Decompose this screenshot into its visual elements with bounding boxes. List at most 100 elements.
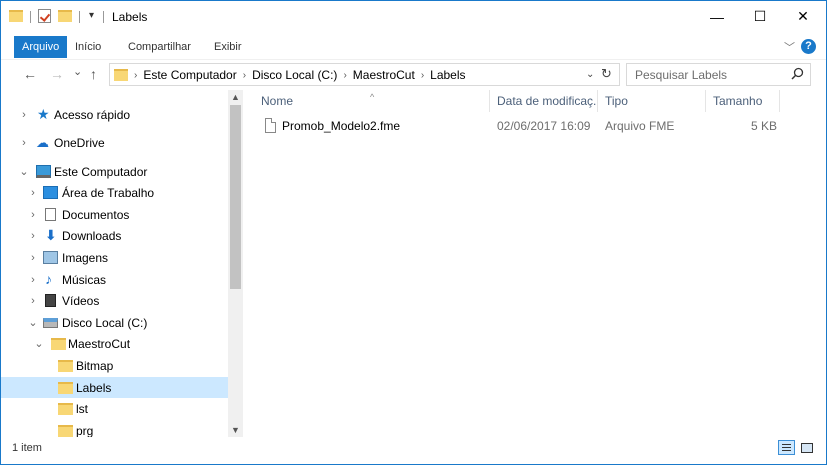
large-icons-view-icon[interactable] — [798, 440, 815, 455]
chevron-right-icon[interactable]: › — [28, 295, 38, 307]
details-view-icon[interactable] — [778, 440, 795, 455]
tree-item-este-computador[interactable]: ⌄ Este Computador — [1, 161, 228, 182]
address-row: ← → ⌄ ↑ › Este Computador › Disco Local … — [1, 59, 826, 87]
address-history-chevron-icon[interactable]: ⌄ — [586, 69, 594, 80]
tree-item-videos[interactable]: › Vídeos — [1, 290, 228, 311]
chevron-right-icon[interactable]: › — [19, 137, 29, 149]
chevron-right-icon[interactable]: › — [28, 209, 38, 221]
recent-locations-chevron-icon[interactable]: ⌄ — [73, 65, 82, 78]
file-modified-date: 02/06/2017 16:09 — [497, 119, 591, 133]
column-header-name[interactable]: Nome ^ — [253, 90, 489, 112]
tree-item-acesso-rapido[interactable]: › ★ Acesso rápido — [1, 104, 228, 125]
chevron-down-icon[interactable]: ⌄ — [19, 165, 29, 178]
tree-item-area-de-trabalho[interactable]: › Área de Trabalho — [1, 182, 228, 203]
properties-quick-access-button[interactable] — [38, 9, 51, 23]
breadcrumb-separator[interactable]: › — [421, 70, 424, 81]
downloads-icon: ⬇ — [45, 227, 57, 243]
scroll-up-arrow-icon[interactable]: ▲ — [228, 90, 243, 104]
title-bar: ▾ Labels — ☐ ✕ — [1, 1, 826, 32]
tree-item-label: lst — [76, 401, 88, 416]
music-icon: ♪ — [45, 271, 52, 287]
minimize-button[interactable]: — — [694, 1, 740, 32]
tree-item-lst[interactable]: lst — [1, 398, 228, 419]
new-folder-quick-access-button[interactable] — [58, 10, 72, 22]
desktop-icon — [43, 186, 58, 199]
tree-item-labels[interactable]: Labels — [1, 377, 228, 398]
tree-item-documentos[interactable]: › Documentos — [1, 204, 228, 225]
breadcrumb-separator[interactable]: › — [343, 70, 346, 81]
column-header-type[interactable]: Tipo — [597, 90, 705, 112]
chevron-down-icon[interactable]: ⌄ — [34, 337, 44, 350]
tree-item-maestrocut[interactable]: ⌄ MaestroCut — [1, 333, 228, 354]
tree-item-musicas[interactable]: › ♪ Músicas — [1, 269, 228, 290]
breadcrumb-disco-local[interactable]: Disco Local (C:) — [252, 68, 337, 82]
sort-ascending-icon: ^ — [370, 92, 375, 102]
search-box[interactable] — [626, 63, 811, 86]
folder-icon — [58, 424, 73, 437]
chevron-right-icon[interactable]: › — [28, 230, 38, 242]
expand-ribbon-icon[interactable]: ﹀ — [784, 39, 795, 55]
file-explorer-window: ▾ Labels — ☐ ✕ Arquivo Início Compartilh… — [0, 0, 827, 465]
file-name: Promob_Modelo2.fme — [282, 119, 401, 133]
scroll-down-arrow-icon[interactable]: ▼ — [228, 423, 243, 437]
window-title: Labels — [112, 10, 148, 24]
table-row[interactable]: Promob_Modelo2.fme 02/06/2017 16:09 Arqu… — [253, 116, 793, 138]
tree-item-label: Documentos — [62, 207, 130, 222]
breadcrumb-labels[interactable]: Labels — [430, 68, 465, 82]
tree-item-onedrive[interactable]: › ☁ OneDrive — [1, 132, 228, 153]
tab-inicio[interactable]: Início — [67, 36, 109, 58]
navigation-pane-scrollbar[interactable]: ▲ ▼ — [228, 90, 243, 437]
drive-icon — [43, 317, 58, 328]
tree-item-label: OneDrive — [54, 135, 105, 150]
help-icon[interactable]: ? — [801, 39, 816, 54]
tree-item-bitmap[interactable]: Bitmap — [1, 355, 228, 376]
customize-toolbar-dropdown[interactable]: ▾ — [89, 10, 94, 21]
chevron-right-icon[interactable]: › — [28, 187, 38, 199]
column-header-size[interactable]: Tamanho — [705, 90, 779, 112]
address-bar[interactable]: › Este Computador › Disco Local (C:) › M… — [109, 63, 620, 86]
refresh-icon[interactable]: ↻ — [601, 66, 612, 82]
videos-icon — [45, 294, 56, 307]
tab-arquivo[interactable]: Arquivo — [14, 36, 68, 58]
chevron-down-icon[interactable]: ⌄ — [28, 316, 38, 329]
file-size: 5 KB — [751, 119, 778, 133]
tree-item-imagens[interactable]: › Imagens — [1, 247, 228, 268]
star-icon: ★ — [37, 106, 50, 122]
breadcrumb-separator[interactable]: › — [243, 70, 246, 81]
tree-item-label: Acesso rápido — [54, 107, 131, 122]
search-icon[interactable] — [791, 67, 804, 83]
computer-icon — [36, 165, 51, 178]
tree-item-label: Vídeos — [62, 293, 100, 308]
tree-item-disco-local[interactable]: ⌄ Disco Local (C:) — [1, 312, 228, 333]
tree-item-label: Disco Local (C:) — [62, 315, 148, 330]
tree-item-label: Músicas — [62, 272, 107, 287]
tree-item-label: Imagens — [62, 250, 109, 265]
forward-arrow-icon[interactable]: → — [50, 66, 64, 82]
close-button[interactable]: ✕ — [780, 1, 826, 32]
column-divider[interactable] — [779, 90, 780, 112]
tree-item-label: prg — [76, 423, 94, 438]
tree-item-downloads[interactable]: › ⬇ Downloads — [1, 225, 228, 246]
column-header-modified[interactable]: Data de modificaç... — [489, 90, 597, 112]
back-arrow-icon[interactable]: ← — [23, 66, 37, 82]
file-icon — [265, 118, 276, 133]
ribbon-tabs: Arquivo Início Compartilhar Exibir ﹀ — [1, 36, 826, 58]
folder-icon — [114, 69, 128, 81]
tree-item-prg[interactable]: prg — [1, 420, 228, 437]
tab-exibir[interactable]: Exibir — [206, 36, 250, 58]
scrollbar-thumb[interactable] — [230, 105, 241, 289]
search-input[interactable] — [635, 67, 775, 83]
chevron-right-icon[interactable]: › — [28, 252, 38, 264]
status-bar: 1 item — [1, 437, 826, 464]
breadcrumb-maestrocut[interactable]: MaestroCut — [353, 68, 415, 82]
up-arrow-icon[interactable]: ↑ — [90, 66, 97, 82]
breadcrumb-separator[interactable]: › — [134, 70, 137, 81]
navigation-pane: › ★ Acesso rápido › ☁ OneDrive ⌄ Este Co… — [1, 90, 243, 437]
folder-icon — [58, 381, 73, 394]
chevron-right-icon[interactable]: › — [19, 109, 29, 121]
breadcrumb-este-computador[interactable]: Este Computador — [143, 68, 236, 82]
maximize-button[interactable]: ☐ — [737, 1, 783, 32]
chevron-right-icon[interactable]: › — [28, 274, 38, 286]
toolbar-divider — [30, 11, 31, 23]
tab-compartilhar[interactable]: Compartilhar — [120, 36, 199, 58]
